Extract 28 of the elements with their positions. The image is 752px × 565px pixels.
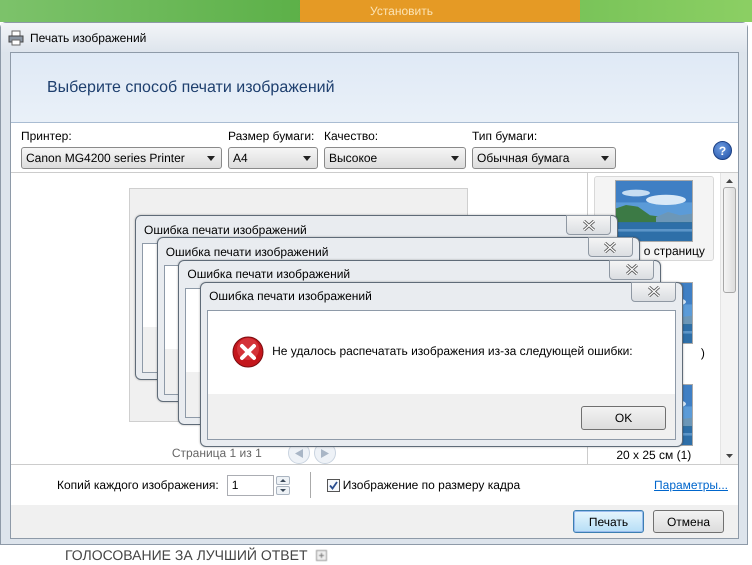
option-dropdown[interactable]: Высокое xyxy=(324,147,466,169)
option-label: Качество: xyxy=(324,129,380,143)
dialog-title: Ошибка печати изображений xyxy=(166,244,328,259)
layout-label: 20 x 25 см (1) xyxy=(616,448,692,462)
help-button[interactable]: ? xyxy=(713,141,732,160)
copies-field[interactable]: 1 xyxy=(226,474,274,496)
dialog-title: Ошибка печати изображений xyxy=(209,289,372,304)
dialog-button[interactable]: Отмена xyxy=(653,510,724,533)
ok-button[interactable]: OK xyxy=(581,406,666,430)
option-dropdown[interactable]: Canon MG4200 series Printer xyxy=(21,147,222,169)
error-message: Не удалось распечатать изображения из-за следующей ошибки: xyxy=(272,344,633,358)
copies-label: Копий каждого изображения: xyxy=(57,478,219,492)
layout-label: ) xyxy=(700,346,706,360)
dialog-title: Ошибка печати изображений xyxy=(187,267,350,282)
option-label: Принтер: xyxy=(21,129,73,143)
dialog-button[interactable]: Печать xyxy=(573,510,644,533)
option-label: Тип бумаги: xyxy=(472,129,538,143)
option-dropdown[interactable]: Обычная бумага xyxy=(472,147,616,169)
parameters-link[interactable]: Параметры... xyxy=(654,478,728,492)
checkbox-label: Изображение по размеру кадра xyxy=(342,478,520,492)
background-heading: ГОЛОСОВАНИЕ ЗА ЛУЧШИЙ ОТВЕТ xyxy=(65,547,308,563)
window-title: Печать изображений xyxy=(30,30,146,44)
layout-label: о страницу xyxy=(644,244,706,258)
option-dropdown[interactable]: A4 xyxy=(228,147,318,169)
option-label: Размер бумаги: xyxy=(228,129,316,143)
dialog-title: Ошибка печати изображений xyxy=(144,222,307,236)
header-title: Выберите способ печати изображений xyxy=(47,78,335,96)
page-indicator: Страница 1 из 1 xyxy=(172,446,262,460)
